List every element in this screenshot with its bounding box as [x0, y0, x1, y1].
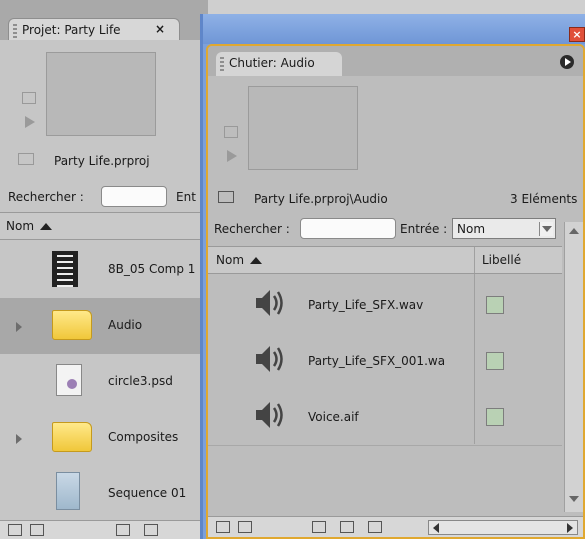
- label-swatch[interactable]: [486, 296, 504, 314]
- grip-icon: [13, 23, 20, 38]
- preview-thumbnail: [46, 52, 156, 136]
- name-column-header[interactable]: Nom: [6, 219, 34, 233]
- list-item[interactable]: 8B_05 Comp 1: [0, 242, 208, 298]
- new-item-icon[interactable]: [368, 521, 382, 533]
- name-column-header[interactable]: Nom: [216, 253, 244, 267]
- bin-tab-label: Chutier: Audio: [229, 56, 315, 70]
- find-icon[interactable]: [312, 521, 326, 533]
- bin-panel: Chutier: Audio Party Life.prproj\Audio 3…: [206, 44, 585, 539]
- icon-view-icon[interactable]: [238, 521, 252, 533]
- file-name: Party_Life_SFX_001.wa: [308, 354, 446, 368]
- search-label: Rechercher :: [8, 190, 84, 204]
- list-item[interactable]: Audio: [0, 298, 208, 354]
- window-titlebar[interactable]: [203, 14, 585, 44]
- icon-view-icon[interactable]: [30, 524, 44, 536]
- project-file-name: Party Life.prproj: [54, 154, 150, 168]
- bin-path: Party Life.prproj\Audio: [254, 192, 388, 206]
- play-icon[interactable]: [227, 150, 237, 162]
- item-name: circle3.psd: [108, 374, 173, 388]
- sort-ascending-icon[interactable]: [250, 257, 262, 264]
- label-column-header[interactable]: Libellé: [482, 253, 521, 267]
- list-view-icon[interactable]: [216, 521, 230, 533]
- search-label: Rechercher :: [214, 222, 290, 236]
- folder-icon: [52, 422, 92, 452]
- file-name: Party_Life_SFX.wav: [308, 298, 424, 312]
- poster-frame-icon[interactable]: [224, 126, 238, 138]
- bin-toolbar: [208, 516, 583, 537]
- list-view-icon[interactable]: [8, 524, 22, 536]
- project-tab[interactable]: Projet: Party Life ×: [8, 18, 180, 42]
- vertical-scrollbar[interactable]: [564, 222, 583, 512]
- list-item[interactable]: Sequence 01: [0, 466, 208, 522]
- column-header: Nom: [0, 212, 208, 240]
- list-item[interactable]: circle3.psd: [0, 354, 208, 410]
- preview-thumbnail: [248, 86, 358, 170]
- item-count: 3 Eléments: [510, 192, 578, 206]
- table-row[interactable]: Party_Life_SFX.wav: [208, 278, 562, 334]
- entry-label: Ent: [176, 190, 196, 204]
- project-tab-label: Projet: Party Life: [22, 23, 121, 37]
- scroll-down-icon[interactable]: [569, 496, 579, 502]
- folder-icon: [52, 310, 92, 340]
- entry-label: Entrée :: [400, 222, 448, 236]
- expand-triangle-icon[interactable]: [16, 322, 22, 332]
- new-bin-icon[interactable]: [340, 521, 354, 533]
- list-item[interactable]: Composites: [0, 410, 208, 466]
- label-swatch[interactable]: [486, 408, 504, 426]
- item-name: Composites: [108, 430, 179, 444]
- column-header: Nom Libellé: [208, 246, 562, 274]
- entry-dropdown[interactable]: Nom: [452, 218, 556, 239]
- poster-frame-icon[interactable]: [22, 92, 36, 104]
- file-name: Voice.aif: [308, 410, 359, 424]
- close-tab-icon[interactable]: ×: [155, 22, 165, 36]
- panel-menu-icon[interactable]: [560, 55, 574, 69]
- film-strip-icon: [52, 251, 78, 287]
- bin-tab[interactable]: Chutier: Audio: [216, 52, 342, 76]
- horizontal-scrollbar[interactable]: [428, 520, 578, 535]
- project-panel: Projet: Party Life × Party Life.prproj R…: [0, 0, 208, 539]
- search-input[interactable]: [101, 186, 167, 207]
- table-row[interactable]: Party_Life_SFX_001.wa: [208, 334, 562, 390]
- sequence-icon: [56, 472, 80, 510]
- parent-folder-icon[interactable]: [18, 153, 34, 165]
- project-toolbar: [0, 520, 208, 539]
- scroll-right-icon[interactable]: [567, 523, 573, 533]
- parent-folder-icon[interactable]: [218, 191, 234, 203]
- psd-file-icon: [56, 364, 82, 396]
- expand-triangle-icon[interactable]: [16, 434, 22, 444]
- entry-dropdown-value: Nom: [457, 222, 486, 236]
- bin-window: × Chutier: Audio Party Life.prproj\Audio…: [200, 14, 585, 539]
- speaker-icon: [256, 346, 283, 372]
- table-row[interactable]: Voice.aif: [208, 390, 562, 446]
- speaker-icon: [256, 290, 283, 316]
- find-icon[interactable]: [116, 524, 130, 536]
- scroll-up-icon[interactable]: [569, 228, 579, 234]
- close-window-button[interactable]: ×: [569, 27, 585, 42]
- item-name: Sequence 01: [108, 486, 187, 500]
- search-input[interactable]: [300, 218, 396, 239]
- speaker-icon: [256, 402, 283, 428]
- new-bin-icon[interactable]: [144, 524, 158, 536]
- play-icon[interactable]: [25, 116, 35, 128]
- label-swatch[interactable]: [486, 352, 504, 370]
- item-name: Audio: [108, 318, 143, 332]
- scroll-left-icon[interactable]: [433, 523, 439, 533]
- sort-ascending-icon[interactable]: [40, 223, 52, 230]
- item-name: 8B_05 Comp 1: [108, 262, 196, 276]
- column-divider[interactable]: [474, 247, 475, 273]
- chevron-down-icon[interactable]: [539, 222, 553, 236]
- grip-icon: [220, 56, 227, 71]
